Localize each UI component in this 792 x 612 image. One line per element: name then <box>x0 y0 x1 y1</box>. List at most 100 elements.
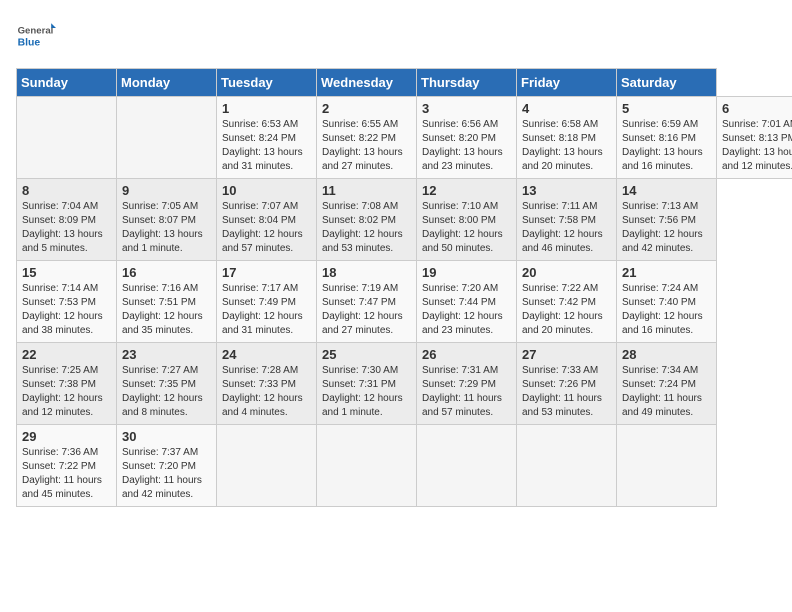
calendar-cell: 18 Sunrise: 7:19 AM Sunset: 7:47 PM Dayli… <box>317 261 417 343</box>
day-number: 15 <box>22 265 111 280</box>
day-number: 26 <box>422 347 511 362</box>
day-number: 24 <box>222 347 311 362</box>
logo-icon: General Blue <box>16 16 56 56</box>
calendar-cell: 3Sunrise: 6:56 AM Sunset: 8:20 PM Daylig… <box>417 97 517 179</box>
week-row-1: 1 Sunrise: 6:53 AM Sunset: 8:24 PM Daylig… <box>17 97 792 179</box>
weekday-header-row: SundayMondayTuesdayWednesdayThursdayFrid… <box>17 69 792 97</box>
calendar-cell: 4 Sunrise: 6:58 AM Sunset: 8:18 PM Daylig… <box>517 97 617 179</box>
calendar-cell <box>617 425 717 507</box>
day-detail: Sunrise: 7:33 AM Sunset: 7:26 PM Dayligh… <box>522 364 611 420</box>
day-number: 11 <box>322 183 411 198</box>
calendar-cell: 10 Sunrise: 7:07 AM Sunset: 8:04 PM Dayli… <box>217 179 317 261</box>
logo: General Blue <box>16 16 56 56</box>
day-number: 18 <box>322 265 411 280</box>
day-detail: Sunrise: 7:34 AM Sunset: 7:24 PM Dayligh… <box>622 364 711 420</box>
calendar-cell: 22 Sunrise: 7:25 AM Sunset: 7:38 PM Dayli… <box>17 343 117 425</box>
day-detail: Sunrise: 7:10 AM Sunset: 8:00 PM Dayligh… <box>422 200 511 256</box>
weekday-header-tuesday: Tuesday <box>217 69 317 97</box>
day-number: 28 <box>622 347 711 362</box>
day-number: 8 <box>22 183 111 198</box>
calendar-cell: 12 Sunrise: 7:10 AM Sunset: 8:00 PM Dayli… <box>417 179 517 261</box>
day-detail: Sunrise: 7:30 AM Sunset: 7:31 PM Dayligh… <box>322 364 411 420</box>
day-number: 12 <box>422 183 511 198</box>
day-number: 4 <box>522 101 611 116</box>
calendar-cell <box>417 425 517 507</box>
day-detail: Sunrise: 6:58 AM Sunset: 8:18 PM Dayligh… <box>522 118 611 174</box>
calendar-cell: 26 Sunrise: 7:31 AM Sunset: 7:29 PM Dayli… <box>417 343 517 425</box>
day-number: 17 <box>222 265 311 280</box>
day-detail: Sunrise: 7:01 AM Sunset: 8:13 PM Dayligh… <box>722 118 792 174</box>
calendar-cell: 30Sunrise: 7:37 AM Sunset: 7:20 PM Dayli… <box>117 425 217 507</box>
calendar-cell: 14 Sunrise: 7:13 AM Sunset: 7:56 PM Dayli… <box>617 179 717 261</box>
calendar-cell: 23 Sunrise: 7:27 AM Sunset: 7:35 PM Dayli… <box>117 343 217 425</box>
calendar-cell: 11Sunrise: 7:08 AM Sunset: 8:02 PM Dayli… <box>317 179 417 261</box>
calendar-cell: 5Sunrise: 6:59 AM Sunset: 8:16 PM Daylig… <box>617 97 717 179</box>
day-number: 9 <box>122 183 211 198</box>
weekday-header-thursday: Thursday <box>417 69 517 97</box>
day-detail: Sunrise: 7:14 AM Sunset: 7:53 PM Dayligh… <box>22 282 111 338</box>
day-detail: Sunrise: 7:05 AM Sunset: 8:07 PM Dayligh… <box>122 200 211 256</box>
calendar-cell: 8 Sunrise: 7:04 AM Sunset: 8:09 PM Daylig… <box>17 179 117 261</box>
weekday-header-wednesday: Wednesday <box>317 69 417 97</box>
day-detail: Sunrise: 7:31 AM Sunset: 7:29 PM Dayligh… <box>422 364 511 420</box>
day-detail: Sunrise: 7:11 AM Sunset: 7:58 PM Dayligh… <box>522 200 611 256</box>
calendar-cell <box>217 425 317 507</box>
calendar-cell: 29 Sunrise: 7:36 AM Sunset: 7:22 PM Dayli… <box>17 425 117 507</box>
day-number: 29 <box>22 429 111 444</box>
day-number: 6 <box>722 101 792 116</box>
calendar-cell: 1 Sunrise: 6:53 AM Sunset: 8:24 PM Daylig… <box>217 97 317 179</box>
calendar-cell: 16Sunrise: 7:16 AM Sunset: 7:51 PM Dayli… <box>117 261 217 343</box>
day-detail: Sunrise: 7:19 AM Sunset: 7:47 PM Dayligh… <box>322 282 411 338</box>
calendar-cell <box>317 425 417 507</box>
day-number: 13 <box>522 183 611 198</box>
day-number: 16 <box>122 265 211 280</box>
calendar-cell: 15 Sunrise: 7:14 AM Sunset: 7:53 PM Dayli… <box>17 261 117 343</box>
weekday-header-sunday: Sunday <box>17 69 117 97</box>
calendar: SundayMondayTuesdayWednesdayThursdayFrid… <box>16 68 792 507</box>
day-number: 21 <box>622 265 711 280</box>
calendar-cell <box>117 97 217 179</box>
day-detail: Sunrise: 7:13 AM Sunset: 7:56 PM Dayligh… <box>622 200 711 256</box>
day-detail: Sunrise: 7:22 AM Sunset: 7:42 PM Dayligh… <box>522 282 611 338</box>
calendar-cell: 17 Sunrise: 7:17 AM Sunset: 7:49 PM Dayli… <box>217 261 317 343</box>
weekday-header-monday: Monday <box>117 69 217 97</box>
day-detail: Sunrise: 7:20 AM Sunset: 7:44 PM Dayligh… <box>422 282 511 338</box>
calendar-cell: 9 Sunrise: 7:05 AM Sunset: 8:07 PM Daylig… <box>117 179 217 261</box>
calendar-cell: 24 Sunrise: 7:28 AM Sunset: 7:33 PM Dayli… <box>217 343 317 425</box>
calendar-cell: 20 Sunrise: 7:22 AM Sunset: 7:42 PM Dayli… <box>517 261 617 343</box>
svg-text:Blue: Blue <box>18 38 41 49</box>
day-detail: Sunrise: 7:25 AM Sunset: 7:38 PM Dayligh… <box>22 364 111 420</box>
day-detail: Sunrise: 7:24 AM Sunset: 7:40 PM Dayligh… <box>622 282 711 338</box>
day-detail: Sunrise: 6:55 AM Sunset: 8:22 PM Dayligh… <box>322 118 411 174</box>
day-number: 20 <box>522 265 611 280</box>
day-number: 10 <box>222 183 311 198</box>
day-number: 5 <box>622 101 711 116</box>
day-number: 3 <box>422 101 511 116</box>
calendar-cell: 2 Sunrise: 6:55 AM Sunset: 8:22 PM Daylig… <box>317 97 417 179</box>
day-number: 14 <box>622 183 711 198</box>
day-number: 25 <box>322 347 411 362</box>
weekday-header-saturday: Saturday <box>617 69 717 97</box>
day-number: 1 <box>222 101 311 116</box>
calendar-cell <box>17 97 117 179</box>
calendar-cell: 28 Sunrise: 7:34 AM Sunset: 7:24 PM Dayli… <box>617 343 717 425</box>
calendar-cell: 21 Sunrise: 7:24 AM Sunset: 7:40 PM Dayli… <box>617 261 717 343</box>
calendar-cell <box>517 425 617 507</box>
day-number: 2 <box>322 101 411 116</box>
calendar-cell: 13 Sunrise: 7:11 AM Sunset: 7:58 PM Dayli… <box>517 179 617 261</box>
svg-text:General: General <box>18 26 54 37</box>
week-row-2: 8 Sunrise: 7:04 AM Sunset: 8:09 PM Daylig… <box>17 179 792 261</box>
week-row-3: 15 Sunrise: 7:14 AM Sunset: 7:53 PM Dayli… <box>17 261 792 343</box>
day-number: 22 <box>22 347 111 362</box>
calendar-cell: 25 Sunrise: 7:30 AM Sunset: 7:31 PM Dayli… <box>317 343 417 425</box>
weekday-header-friday: Friday <box>517 69 617 97</box>
day-detail: Sunrise: 7:17 AM Sunset: 7:49 PM Dayligh… <box>222 282 311 338</box>
day-detail: Sunrise: 7:07 AM Sunset: 8:04 PM Dayligh… <box>222 200 311 256</box>
day-detail: Sunrise: 7:27 AM Sunset: 7:35 PM Dayligh… <box>122 364 211 420</box>
day-detail: Sunrise: 7:04 AM Sunset: 8:09 PM Dayligh… <box>22 200 111 256</box>
day-detail: Sunrise: 7:36 AM Sunset: 7:22 PM Dayligh… <box>22 446 111 502</box>
day-number: 23 <box>122 347 211 362</box>
day-detail: Sunrise: 7:28 AM Sunset: 7:33 PM Dayligh… <box>222 364 311 420</box>
day-detail: Sunrise: 6:53 AM Sunset: 8:24 PM Dayligh… <box>222 118 311 174</box>
week-row-5: 29 Sunrise: 7:36 AM Sunset: 7:22 PM Dayli… <box>17 425 792 507</box>
